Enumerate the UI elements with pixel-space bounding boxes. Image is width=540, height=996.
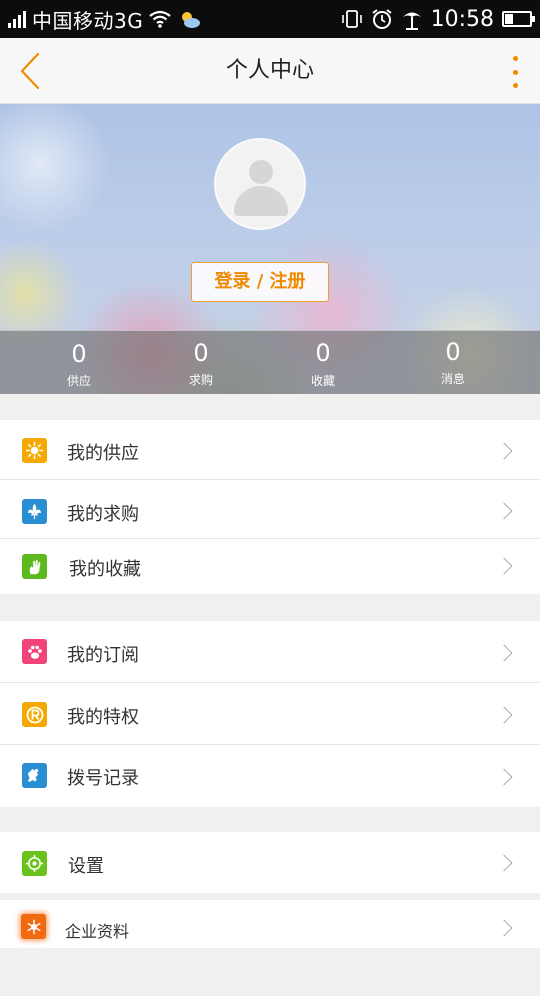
snowflake-icon xyxy=(21,914,46,939)
menu-item-label: 我的订阅 xyxy=(67,645,139,666)
fleur-de-lis-icon xyxy=(22,499,47,524)
hand-icon xyxy=(22,554,47,579)
menu-item-label: 企业资料 xyxy=(65,922,130,941)
target-icon xyxy=(22,851,47,876)
stats-bar: 0 供应 0 求购 0 收藏 0 消息 xyxy=(0,330,540,394)
weather-icon xyxy=(182,12,201,28)
menu-group-company: 企业资料 xyxy=(0,900,540,948)
menu-group-activity: 我的供应 我的求购 我的收藏 xyxy=(0,420,540,594)
menu-group-account: 我的订阅 我的特权 拨号记录 xyxy=(0,621,540,807)
puzzle-icon xyxy=(22,763,47,788)
menu-item-label: 我的求购 xyxy=(67,504,139,525)
menu-item-my-privileges[interactable]: 我的特权 xyxy=(0,683,540,745)
stat-value: 0 xyxy=(71,340,87,368)
more-vertical-icon xyxy=(512,56,518,88)
carrier-name: 中国移动3G xyxy=(32,8,144,33)
stat-value: 0 xyxy=(445,338,461,366)
chevron-right-icon xyxy=(495,768,513,786)
menu-item-settings[interactable]: 设置 xyxy=(0,832,540,893)
chevron-right-icon xyxy=(495,919,513,937)
signal-icon xyxy=(8,10,26,28)
chevron-right-icon xyxy=(495,706,513,724)
menu-item-my-favorites[interactable]: 我的收藏 xyxy=(0,539,540,594)
avatar[interactable] xyxy=(214,138,306,230)
chevron-right-icon xyxy=(495,644,513,662)
menu-item-label: 我的特权 xyxy=(67,707,139,728)
stat-label: 收藏 xyxy=(310,374,335,388)
page-title: 个人中心 xyxy=(225,58,314,83)
menu-item-my-supply[interactable]: 我的供应 xyxy=(0,420,540,480)
beach-icon xyxy=(402,12,421,30)
status-bar: 中国移动3G 10:58 xyxy=(0,0,540,38)
nav-bar: 个人中心 xyxy=(0,38,540,104)
stat-supply[interactable]: 0 供应 xyxy=(34,331,124,394)
alarm-icon xyxy=(371,9,392,29)
user-silhouette-icon xyxy=(249,160,273,184)
menu-item-label: 设置 xyxy=(68,856,104,877)
paw-icon xyxy=(22,639,47,664)
vibrate-icon xyxy=(341,10,362,28)
registered-icon xyxy=(22,702,47,727)
menu-item-my-purchase[interactable]: 我的求购 xyxy=(0,480,540,539)
chevron-right-icon xyxy=(495,502,513,520)
more-button[interactable] xyxy=(508,56,522,88)
menu-item-my-subscriptions[interactable]: 我的订阅 xyxy=(0,621,540,683)
stat-value: 0 xyxy=(315,339,331,367)
menu-item-call-history[interactable]: 拨号记录 xyxy=(0,745,540,807)
profile-header: 登录 / 注册 0 供应 0 求购 0 收藏 0 消息 xyxy=(0,104,540,394)
menu-item-company-profile[interactable]: 企业资料 xyxy=(0,900,540,948)
sun-icon xyxy=(22,438,47,463)
stat-messages[interactable]: 0 消息 xyxy=(408,331,498,394)
wifi-icon xyxy=(149,10,171,28)
chevron-right-icon xyxy=(495,557,513,575)
menu-group-settings: 设置 xyxy=(0,832,540,893)
stat-favorites[interactable]: 0 收藏 xyxy=(278,331,368,394)
battery-icon xyxy=(502,11,535,27)
stat-purchase[interactable]: 0 求购 xyxy=(156,331,246,394)
stat-label: 求购 xyxy=(188,373,213,387)
status-right: 10:58 xyxy=(341,0,535,38)
clock: 10:58 xyxy=(430,6,494,32)
menu-item-label: 我的供应 xyxy=(67,443,139,464)
chevron-right-icon xyxy=(495,442,513,460)
stat-label: 供应 xyxy=(66,374,91,388)
login-register-button[interactable]: 登录 / 注册 xyxy=(191,262,329,302)
status-left: 中国移动3G xyxy=(8,0,201,38)
chevron-right-icon xyxy=(495,854,513,872)
stat-label: 消息 xyxy=(440,372,465,386)
menu-item-label: 我的收藏 xyxy=(69,559,141,580)
menu-item-label: 拨号记录 xyxy=(67,768,139,789)
stat-value: 0 xyxy=(193,339,209,367)
